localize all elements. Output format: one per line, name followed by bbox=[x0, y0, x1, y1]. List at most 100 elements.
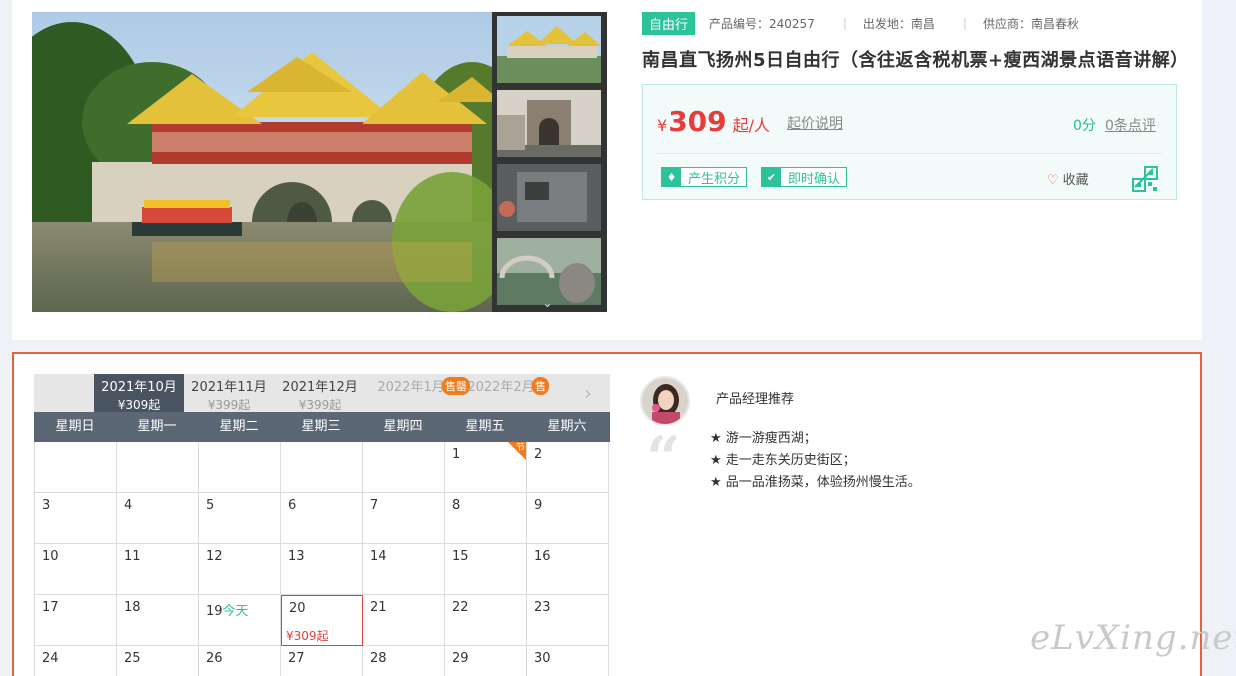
day-number: 23 bbox=[534, 600, 551, 615]
day-cell[interactable]: 11 bbox=[117, 544, 199, 595]
weekday-sat: 星期六 bbox=[547, 419, 587, 434]
weekday-tue: 星期二 bbox=[219, 419, 259, 434]
weekday-mon: 星期一 bbox=[137, 419, 177, 434]
day-number: 4 bbox=[124, 498, 133, 513]
day-number: 3 bbox=[42, 498, 51, 513]
day-cell[interactable]: 16 bbox=[527, 544, 609, 595]
calendar-grid: 1 节 2 3 4 5 6 7 8 9 10 11 12 13 14 15 16… bbox=[34, 442, 610, 676]
day-cell[interactable]: 15 bbox=[445, 544, 527, 595]
list-item: 品一品淮扬菜，体验扬州慢生活。 bbox=[710, 472, 921, 494]
day-cell-selected[interactable]: 20 ¥309起 bbox=[281, 595, 363, 646]
divider: | bbox=[962, 16, 967, 30]
tab-month-2021-10[interactable]: 2021年10月 ¥309起 bbox=[94, 374, 184, 412]
day-cell[interactable]: 30 bbox=[527, 646, 609, 676]
thumbnail-3[interactable] bbox=[497, 164, 601, 231]
day-number: 13 bbox=[288, 549, 305, 564]
quote-icon: “ bbox=[646, 424, 681, 494]
qr-code-icon[interactable] bbox=[1131, 165, 1159, 197]
month-price: ¥309起 bbox=[117, 398, 161, 412]
day-cell[interactable]: 8 bbox=[445, 493, 527, 544]
thumbnail-1[interactable] bbox=[497, 16, 601, 83]
day-number: 18 bbox=[124, 600, 141, 615]
day-cell[interactable]: 2 bbox=[527, 442, 609, 493]
day-cell[interactable]: 21 bbox=[363, 595, 445, 646]
product-info: 自由行 产品编号：240257 | 出发地：南昌 | 供应商：南昌春秋 南昌直飞… bbox=[642, 11, 1189, 200]
holiday-mark: 节 bbox=[515, 443, 525, 453]
rating-score: 0分 bbox=[1073, 118, 1096, 134]
day-number: 19 bbox=[206, 604, 223, 619]
review-count-link[interactable]: 0条点评 bbox=[1105, 115, 1156, 135]
day-cell[interactable]: 7 bbox=[363, 493, 445, 544]
avatar bbox=[640, 376, 690, 426]
day-cell[interactable]: 6 bbox=[281, 493, 363, 544]
day-cell[interactable]: 29 bbox=[445, 646, 527, 676]
day-cell[interactable]: 10 bbox=[35, 544, 117, 595]
tab-month-2021-12[interactable]: 2021年12月 ¥399起 bbox=[275, 374, 365, 412]
diamond-icon: ♦ bbox=[662, 168, 681, 186]
day-cell-empty bbox=[363, 442, 445, 493]
supplier: 供应商：南昌春秋 bbox=[982, 16, 1079, 31]
today-label: 今天 bbox=[222, 604, 249, 619]
month-name: 2021年11月 bbox=[191, 380, 267, 395]
day-cell[interactable]: 13 bbox=[281, 544, 363, 595]
product-card: ⌄ 自由行 产品编号：240257 | 出发地：南昌 | 供应商：南昌春秋 南昌… bbox=[12, 0, 1202, 340]
day-cell[interactable]: 23 bbox=[527, 595, 609, 646]
product-title: 南昌直飞扬州5日自由行（含往返含税机票+瘦西湖景点语音讲解） bbox=[642, 50, 1189, 71]
day-cell[interactable]: 4 bbox=[117, 493, 199, 544]
day-number: 15 bbox=[452, 549, 469, 564]
weekday-thu: 星期四 bbox=[383, 419, 423, 434]
thumbnail-2[interactable] bbox=[497, 90, 601, 157]
day-cell-today[interactable]: 19今天 bbox=[199, 595, 281, 646]
type-tag: 自由行 bbox=[642, 11, 696, 35]
favorite-label: 收藏 bbox=[1062, 173, 1089, 188]
month-price: ¥399起 bbox=[207, 398, 251, 412]
day-price: ¥309起 bbox=[286, 629, 329, 643]
chevron-down-icon[interactable]: ⌄ bbox=[543, 296, 553, 310]
favorite-button[interactable]: ♡ 收藏 bbox=[1047, 169, 1089, 188]
day-cell[interactable]: 1 节 bbox=[445, 442, 527, 493]
day-cell[interactable]: 27 bbox=[281, 646, 363, 676]
meta-row: 自由行 产品编号：240257 | 出发地：南昌 | 供应商：南昌春秋 bbox=[642, 11, 1182, 35]
day-cell[interactable]: 3 bbox=[35, 493, 117, 544]
day-number: 1 bbox=[452, 447, 461, 462]
main-photo-five-pavilion-bridge[interactable] bbox=[32, 12, 492, 312]
recommend-list: 游一游瘦西湖； 走一走东关历史街区； 品一品淮扬菜，体验扬州慢生活。 bbox=[710, 428, 921, 494]
day-cell[interactable]: 24 bbox=[35, 646, 117, 676]
day-number: 24 bbox=[42, 651, 59, 666]
day-cell[interactable]: 28 bbox=[363, 646, 445, 676]
divider bbox=[657, 153, 1162, 154]
day-number: 16 bbox=[534, 549, 551, 564]
month-tabs: 2021年10月 ¥309起 2021年11月 ¥399起 2021年12月 ¥… bbox=[34, 374, 610, 412]
day-cell[interactable]: 17 bbox=[35, 595, 117, 646]
day-cell[interactable]: 18 bbox=[117, 595, 199, 646]
day-number: 5 bbox=[206, 498, 215, 513]
thumbnail-strip: ⌄ bbox=[492, 12, 607, 312]
manager-title: 产品经理推荐 bbox=[716, 392, 795, 407]
thumbnail-4[interactable] bbox=[497, 238, 601, 305]
weekday-fri: 星期五 bbox=[465, 419, 505, 434]
heart-icon: ♡ bbox=[1047, 173, 1059, 188]
day-cell[interactable]: 12 bbox=[199, 544, 281, 595]
day-cell[interactable]: 14 bbox=[363, 544, 445, 595]
price-value: 309 bbox=[668, 105, 727, 138]
chevron-right-icon[interactable]: › bbox=[584, 381, 592, 405]
day-number: 21 bbox=[370, 600, 387, 615]
points-badge: ♦ 产生积分 bbox=[661, 167, 748, 187]
price-explain-link[interactable]: 起价说明 bbox=[787, 113, 843, 133]
day-cell[interactable]: 22 bbox=[445, 595, 527, 646]
day-number: 8 bbox=[452, 498, 461, 513]
day-number: 20 bbox=[289, 601, 306, 616]
check-icon: ✔ bbox=[762, 168, 781, 186]
day-cell-empty bbox=[281, 442, 363, 493]
day-cell[interactable]: 25 bbox=[117, 646, 199, 676]
day-cell[interactable]: 5 bbox=[199, 493, 281, 544]
day-cell[interactable]: 26 bbox=[199, 646, 281, 676]
day-cell[interactable]: 9 bbox=[527, 493, 609, 544]
tab-month-2021-11[interactable]: 2021年11月 ¥399起 bbox=[184, 374, 274, 412]
day-number: 10 bbox=[42, 549, 59, 564]
day-number: 9 bbox=[534, 498, 543, 513]
day-number: 17 bbox=[42, 600, 59, 615]
departure: 出发地：南昌 bbox=[862, 16, 935, 31]
day-number: 25 bbox=[124, 651, 141, 666]
day-cell-empty bbox=[199, 442, 281, 493]
